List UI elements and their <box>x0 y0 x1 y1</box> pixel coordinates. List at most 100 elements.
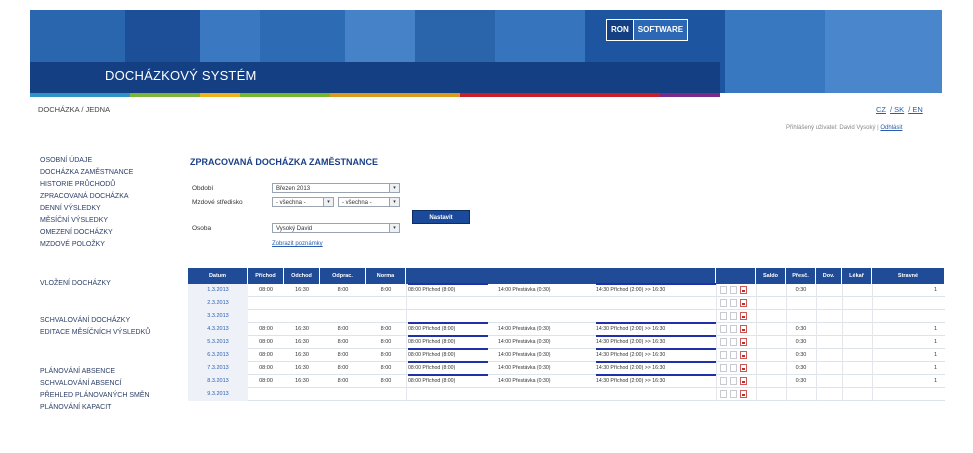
cell-prichod <box>248 388 284 401</box>
column-divider <box>716 388 717 401</box>
col-dov[interactable]: Dov. <box>816 268 842 284</box>
column-divider <box>816 297 817 310</box>
col-saldo[interactable]: Saldo <box>756 268 786 284</box>
cell-odchod: 16:30 <box>295 339 309 345</box>
note-icon[interactable] <box>720 325 727 333</box>
column-divider <box>816 349 817 362</box>
date-link[interactable]: 5.3.2013 <box>188 336 248 349</box>
sidebar-item-mesicni-vysledky[interactable]: MĚSÍČNÍ VÝSLEDKY <box>40 217 108 224</box>
note-icon[interactable] <box>720 377 727 385</box>
nastavit-button[interactable]: Nastavit <box>412 210 470 224</box>
col-datum[interactable]: Datum <box>188 268 248 284</box>
row-actions <box>716 312 756 321</box>
column-divider <box>872 297 873 310</box>
sidebar-item-denni-vysledky[interactable]: DENNÍ VÝSLEDKY <box>40 205 101 212</box>
edit-icon[interactable] <box>730 312 737 320</box>
sidebar-item-prehled-planovanych-smen[interactable]: PŘEHLED PLÁNOVANÝCH SMĚN <box>40 392 150 399</box>
column-divider <box>816 310 817 323</box>
column-divider <box>756 375 757 388</box>
edit-icon[interactable] <box>730 377 737 385</box>
date-link[interactable]: 2.3.2013 <box>188 297 248 310</box>
delete-icon[interactable] <box>740 286 747 294</box>
column-divider <box>406 310 407 323</box>
person-value: Vysoký David <box>276 226 313 232</box>
date-link[interactable]: 7.3.2013 <box>188 362 248 375</box>
sidebar-item-planovani-kapacit[interactable]: PLÁNOVÁNÍ KAPACIT <box>40 404 111 411</box>
payroll-center-select-1[interactable]: - všechna - ▾ <box>272 197 334 207</box>
note-icon[interactable] <box>720 312 727 320</box>
sidebar-item-historie-pruchodu[interactable]: HISTORIE PRŮCHODŮ <box>40 181 115 188</box>
event-entry: 14:00 Přestávka (0:30) <box>498 352 551 358</box>
edit-icon[interactable] <box>730 325 737 333</box>
edit-icon[interactable] <box>730 390 737 398</box>
edit-icon[interactable] <box>730 286 737 294</box>
cell-prichod: 08:00 <box>259 339 273 345</box>
cell-norma: 8:00 <box>380 326 392 332</box>
column-divider <box>716 310 717 323</box>
chevron-down-icon: ▾ <box>389 198 399 206</box>
col-presc[interactable]: Přesč. <box>786 268 816 284</box>
sidebar-item-schvalovani-dochazky[interactable]: SCHVALOVÁNÍ DOCHÁZKY <box>40 317 130 324</box>
delete-icon[interactable] <box>740 390 747 398</box>
col-odprac[interactable]: Odprac. <box>320 268 366 284</box>
date-link[interactable]: 1.3.2013 <box>188 284 248 297</box>
row-actions <box>716 351 756 360</box>
column-divider <box>842 297 843 310</box>
note-icon[interactable] <box>720 299 727 307</box>
table-row: 2.3.2013 <box>188 297 945 310</box>
sidebar-item-schvalovani-absenci[interactable]: SCHVALOVÁNÍ ABSENCÍ <box>40 380 122 387</box>
sidebar-item-editace-mesicnich-vysledku[interactable]: EDITACE MĚSÍČNÍCH VÝSLEDKŮ <box>40 329 150 336</box>
date-link[interactable]: 9.3.2013 <box>188 388 248 401</box>
sidebar-item-dochazka-zamestnance[interactable]: DOCHÁZKA ZAMĚSTNANCE <box>40 169 133 176</box>
sidebar-item-mzdove-polozky[interactable]: MZDOVÉ POLOŽKY <box>40 241 105 248</box>
lang-cz-link[interactable]: CZ <box>876 105 886 114</box>
sidebar-item-vlozeni-dochazky[interactable]: VLOŽENÍ DOCHÁZKY <box>40 280 111 287</box>
note-icon[interactable] <box>720 286 727 294</box>
delete-icon[interactable] <box>740 338 747 346</box>
date-link[interactable]: 4.3.2013 <box>188 323 248 336</box>
note-icon[interactable] <box>720 364 727 372</box>
cell-presc: 0:30 <box>795 365 807 371</box>
col-stravne[interactable]: Stravné <box>872 268 945 284</box>
lang-sk-link[interactable]: / SK <box>890 105 904 114</box>
column-divider <box>816 362 817 375</box>
col-lekar[interactable]: Lékař <box>842 268 872 284</box>
note-icon[interactable] <box>720 338 727 346</box>
edit-icon[interactable] <box>730 338 737 346</box>
sidebar-item-planovani-absence[interactable]: PLÁNOVÁNÍ ABSENCE <box>40 368 115 375</box>
delete-icon[interactable] <box>740 351 747 359</box>
period-select[interactable]: Březen 2013 ▾ <box>272 183 400 193</box>
edit-icon[interactable] <box>730 351 737 359</box>
delete-icon[interactable] <box>740 377 747 385</box>
cell-prichod <box>248 310 284 323</box>
payroll-center-select-2[interactable]: - všechna - ▾ <box>338 197 400 207</box>
col-odchod[interactable]: Odchod <box>284 268 320 284</box>
delete-icon[interactable] <box>740 364 747 372</box>
sidebar-item-omezeni-dochazky[interactable]: OMEZENÍ DOCHÁZKY <box>40 229 113 236</box>
date-link[interactable]: 3.3.2013 <box>188 310 248 323</box>
delete-icon[interactable] <box>740 299 747 307</box>
event-entry: 14:00 Přestávka (0:30) <box>498 287 551 293</box>
delete-icon[interactable] <box>740 312 747 320</box>
note-icon[interactable] <box>720 351 727 359</box>
column-divider <box>816 323 817 336</box>
col-prichod[interactable]: Příchod <box>248 268 284 284</box>
column-divider <box>716 349 717 362</box>
date-link[interactable]: 8.3.2013 <box>188 375 248 388</box>
sidebar-item-osobni-udaje[interactable]: OSOBNÍ ÚDAJE <box>40 157 92 164</box>
person-select[interactable]: Vysoký David ▾ <box>272 223 400 233</box>
show-notes-link[interactable]: Zobrazit poznámky <box>272 241 323 247</box>
sidebar-item-zpracovana-dochazka[interactable]: ZPRACOVANÁ DOCHÁZKA <box>40 193 129 200</box>
edit-icon[interactable] <box>730 364 737 372</box>
col-norma[interactable]: Norma <box>366 268 406 284</box>
date-link[interactable]: 6.3.2013 <box>188 349 248 362</box>
cell-presc <box>786 297 816 310</box>
note-icon[interactable] <box>720 390 727 398</box>
logout-link[interactable]: Odhlásit <box>880 125 902 131</box>
delete-icon[interactable] <box>740 325 747 333</box>
column-divider <box>406 362 407 375</box>
edit-icon[interactable] <box>730 299 737 307</box>
lang-en-link[interactable]: / EN <box>908 105 923 114</box>
column-divider <box>842 375 843 388</box>
row-actions <box>716 364 756 373</box>
